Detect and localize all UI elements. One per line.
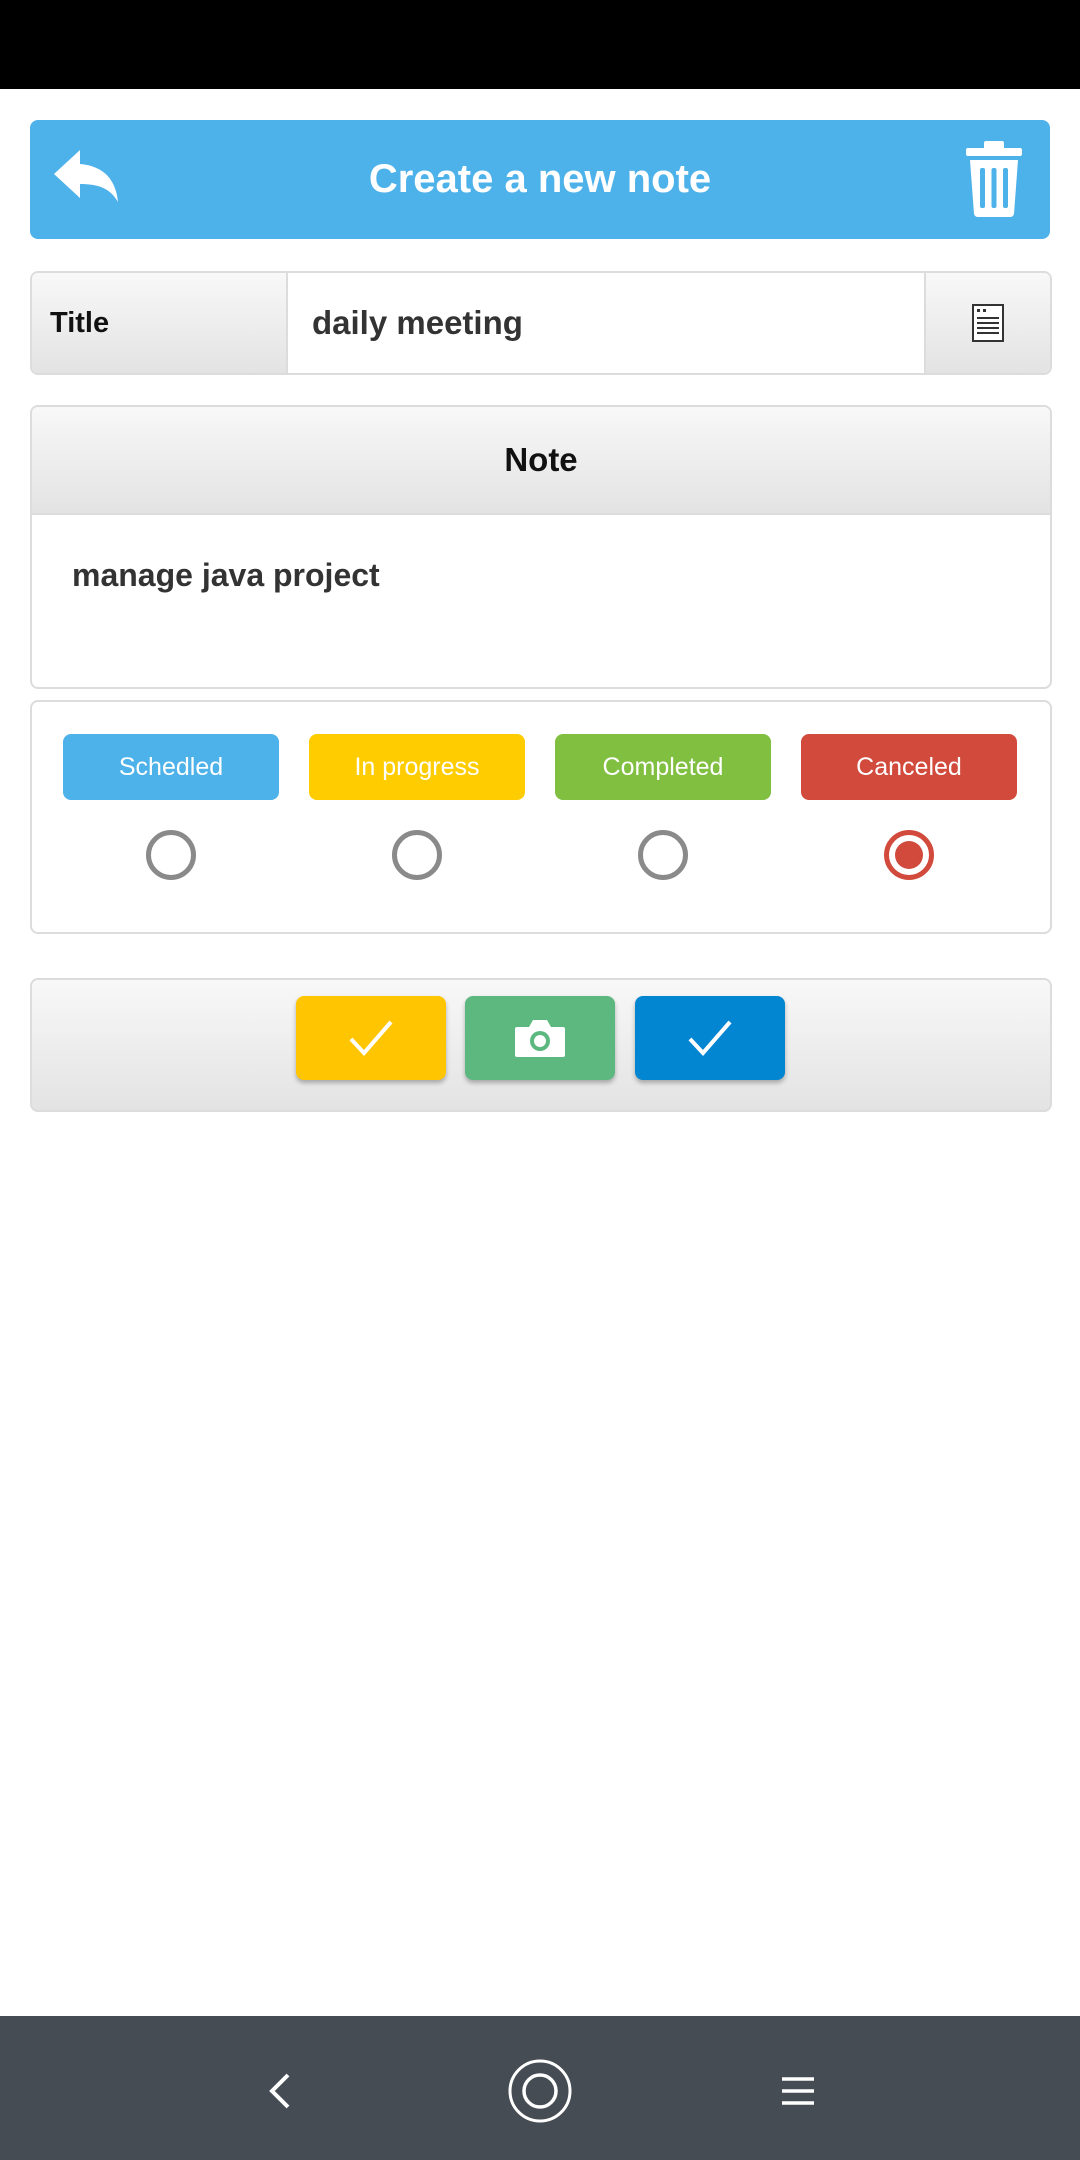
yellow-check-button[interactable] (296, 996, 446, 1080)
status-scheduled-radio[interactable] (146, 830, 196, 880)
note-panel: Note manage java project (30, 405, 1052, 689)
action-panel (30, 978, 1052, 1112)
status-canceled-button[interactable]: Canceled (801, 734, 1017, 800)
check-icon (349, 1020, 393, 1056)
status-completed-radio[interactable] (638, 830, 688, 880)
home-circle-icon[interactable] (507, 2058, 573, 2124)
page-title: Create a new note (368, 157, 712, 201)
blue-check-button[interactable] (635, 996, 785, 1080)
document-icon (972, 304, 1004, 342)
title-input[interactable] (288, 273, 924, 373)
menu-icon[interactable] (765, 2058, 831, 2124)
check-icon (688, 1020, 732, 1056)
document-button[interactable] (924, 273, 1050, 373)
title-label: Title (32, 273, 288, 373)
status-canceled-radio[interactable] (884, 830, 934, 880)
status-panel: Schedled In progress Completed Canceled (30, 700, 1052, 934)
status-bar (0, 0, 1080, 89)
status-completed-button[interactable]: Completed (555, 734, 771, 800)
note-header: Note (32, 407, 1050, 515)
title-row: Title (30, 271, 1052, 375)
status-scheduled-button[interactable]: Schedled (63, 734, 279, 800)
camera-button[interactable] (465, 996, 615, 1080)
status-in-progress-button[interactable]: In progress (309, 734, 525, 800)
app-header: Create a new note (30, 120, 1050, 239)
camera-icon (515, 1020, 565, 1057)
reply-arrow-icon[interactable] (52, 144, 122, 214)
trash-icon[interactable] (964, 140, 1024, 218)
status-in-progress-radio[interactable] (392, 830, 442, 880)
note-body[interactable]: manage java project (32, 515, 1050, 636)
chevron-left-icon[interactable] (248, 2058, 314, 2124)
system-nav-bar (0, 2016, 1080, 2160)
